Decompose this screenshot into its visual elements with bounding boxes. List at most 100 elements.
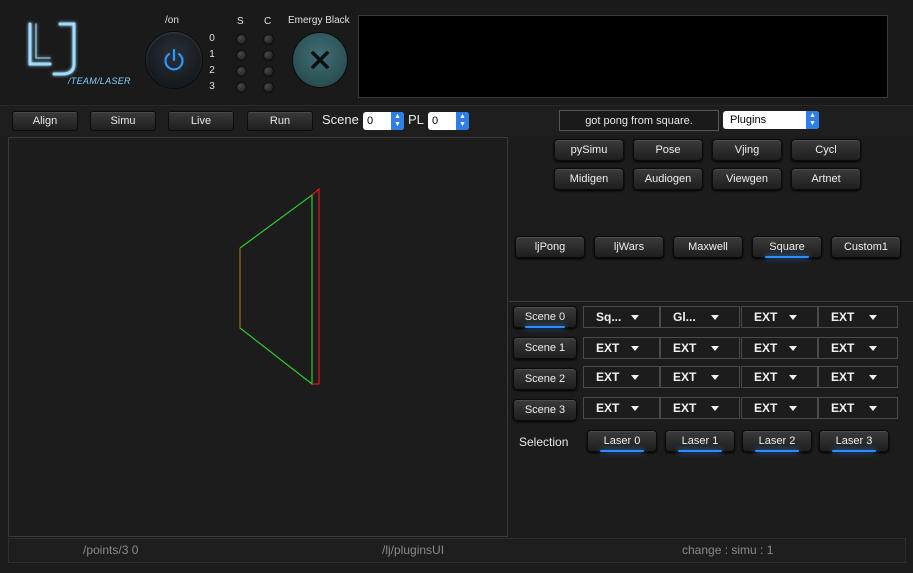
scene-0-button[interactable]: Scene 0: [513, 306, 577, 328]
logo-subtitle: /TEAM/LASER: [68, 76, 131, 86]
pl-stepper[interactable]: 0 ▲ ▼: [428, 112, 469, 130]
scene-3-laser-2-select[interactable]: EXT: [741, 397, 818, 419]
dropdown-caret-icon: [631, 406, 639, 411]
select-arrows-icon: ▲ ▼: [806, 111, 819, 129]
scene-3-laser-3-select[interactable]: EXT: [818, 397, 898, 419]
stepper-arrows-icon[interactable]: ▲ ▼: [456, 112, 469, 130]
scene-3-laser-1-select[interactable]: EXT: [660, 397, 740, 419]
dropdown-caret-icon: [869, 315, 877, 320]
s-led-1[interactable]: [236, 50, 247, 61]
plugin-viewgen-button[interactable]: Viewgen: [712, 168, 782, 190]
scene-0-laser-1-select[interactable]: Gl...: [660, 306, 740, 328]
c-led-3[interactable]: [263, 82, 274, 93]
scene-0-laser-0-select[interactable]: Sq...: [583, 306, 660, 328]
plugin-ljpong-button[interactable]: ljPong: [515, 236, 585, 258]
row-number: 1: [209, 49, 215, 60]
cell-value: EXT: [831, 341, 855, 355]
row-number: 0: [209, 33, 215, 44]
laser-0-button[interactable]: Laser 0: [587, 430, 657, 452]
plugin-pysimu-button[interactable]: pySimu: [554, 139, 624, 161]
dropdown-caret-icon: [711, 375, 719, 380]
cell-value: EXT: [673, 370, 697, 384]
plugin-vjing-button[interactable]: Vjing: [712, 139, 782, 161]
plugin-cycl-button[interactable]: Cycl: [791, 139, 861, 161]
plugin-ljwars-button[interactable]: ljWars: [594, 236, 664, 258]
laser-3-button[interactable]: Laser 3: [819, 430, 889, 452]
scene-0-laser-3-select[interactable]: EXT: [818, 306, 898, 328]
stepper-arrows-icon[interactable]: ▲ ▼: [391, 112, 404, 130]
scene-label: Scene: [322, 112, 359, 127]
live-button[interactable]: Live: [168, 111, 234, 131]
output-monitor: [358, 15, 888, 98]
laser-preview-canvas[interactable]: [8, 137, 508, 537]
dropdown-caret-icon: [789, 406, 797, 411]
scene-2-laser-0-select[interactable]: EXT: [583, 366, 660, 388]
s-led-0[interactable]: [236, 34, 247, 45]
footer-points: /points/3 0: [83, 543, 139, 557]
cell-value: EXT: [673, 341, 697, 355]
emergency-black-button[interactable]: [293, 33, 347, 87]
scene-value: 0: [367, 115, 374, 127]
scene-0-laser-2-select[interactable]: EXT: [741, 306, 818, 328]
plugin-artnet-button[interactable]: Artnet: [791, 168, 861, 190]
cell-value: EXT: [754, 310, 778, 324]
dropdown-caret-icon: [789, 346, 797, 351]
plugin-maxwell-button[interactable]: Maxwell: [673, 236, 743, 258]
row-number: 3: [209, 81, 215, 92]
dropdown-caret-icon: [631, 375, 639, 380]
laser-1-button[interactable]: Laser 1: [665, 430, 735, 452]
power-label: /on: [165, 15, 179, 26]
plugin-custom1-button[interactable]: Custom1: [831, 236, 901, 258]
plugins-select[interactable]: Plugins ▲ ▼: [723, 111, 819, 129]
s-led-3[interactable]: [236, 82, 247, 93]
scene-2-button[interactable]: Scene 2: [513, 368, 577, 390]
cell-value: EXT: [673, 401, 697, 415]
laser-2-button[interactable]: Laser 2: [742, 430, 812, 452]
plugin-panel: [509, 137, 913, 302]
scene-1-laser-1-select[interactable]: EXT: [660, 337, 740, 359]
dropdown-caret-icon: [711, 346, 719, 351]
dropdown-caret-icon: [869, 346, 877, 351]
plugin-audiogen-button[interactable]: Audiogen: [633, 168, 703, 190]
scene-1-button[interactable]: Scene 1: [513, 337, 577, 359]
power-button[interactable]: [146, 32, 202, 88]
cell-value: EXT: [596, 401, 620, 415]
cell-value: EXT: [596, 370, 620, 384]
status-bar: /points/3 0 /lj/pluginsUI change : simu …: [8, 538, 906, 563]
scene-1-laser-2-select[interactable]: EXT: [741, 337, 818, 359]
s-led-2[interactable]: [236, 66, 247, 77]
cell-value: Sq...: [596, 310, 622, 324]
dropdown-caret-icon: [869, 406, 877, 411]
run-button[interactable]: Run: [247, 111, 313, 131]
align-button[interactable]: Align: [12, 111, 78, 131]
scene-2-laser-1-select[interactable]: EXT: [660, 366, 740, 388]
cell-value: EXT: [596, 341, 620, 355]
c-column-label: C: [264, 16, 272, 27]
scene-2-laser-3-select[interactable]: EXT: [818, 366, 898, 388]
scene-1-laser-0-select[interactable]: EXT: [583, 337, 660, 359]
scene-3-laser-0-select[interactable]: EXT: [583, 397, 660, 419]
plugin-pose-button[interactable]: Pose: [633, 139, 703, 161]
cell-value: EXT: [831, 310, 855, 324]
plugin-midigen-button[interactable]: Midigen: [554, 168, 624, 190]
cell-value: Gl...: [673, 310, 696, 324]
laser-shape: [239, 187, 320, 386]
footer-change: change : simu : 1: [682, 543, 774, 557]
c-led-2[interactable]: [263, 66, 274, 77]
dropdown-caret-icon: [789, 315, 797, 320]
dropdown-caret-icon: [711, 315, 719, 320]
scene-stepper[interactable]: 0 ▲ ▼: [363, 112, 404, 130]
pl-value: 0: [432, 115, 439, 127]
scene-2-laser-2-select[interactable]: EXT: [741, 366, 818, 388]
scene-1-laser-3-select[interactable]: EXT: [818, 337, 898, 359]
plugin-square-button[interactable]: Square: [752, 236, 822, 258]
cell-value: EXT: [754, 341, 778, 355]
cell-value: EXT: [831, 370, 855, 384]
scene-3-button[interactable]: Scene 3: [513, 399, 577, 421]
simu-button[interactable]: Simu: [90, 111, 156, 131]
emergency-label: Emergy Black: [288, 15, 350, 26]
status-message: got pong from square.: [559, 110, 719, 131]
c-led-0[interactable]: [263, 34, 274, 45]
c-led-1[interactable]: [263, 50, 274, 61]
close-icon: [311, 51, 329, 69]
